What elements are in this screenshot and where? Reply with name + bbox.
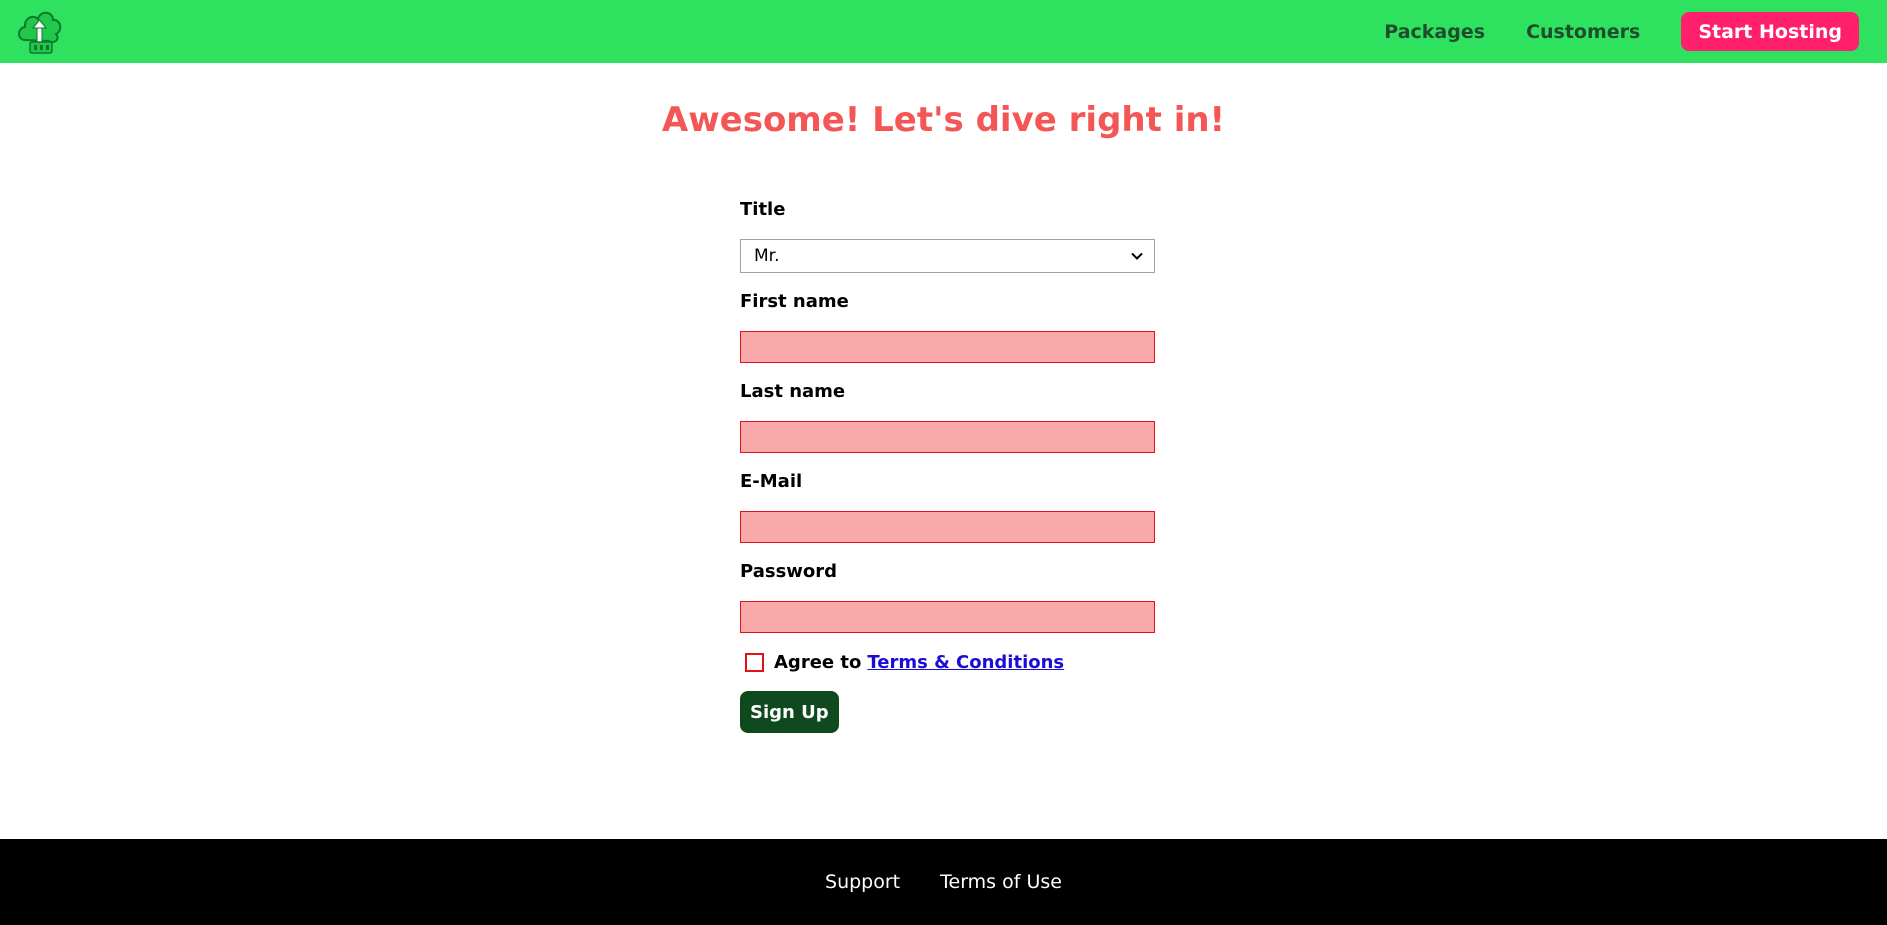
password-label: Password: [740, 561, 838, 582]
cloud-logo-icon[interactable]: [15, 6, 65, 56]
first-name-label: First name: [740, 291, 849, 312]
title-label: Title: [740, 199, 786, 220]
chevron-down-icon: [1131, 252, 1143, 260]
email-label: E-Mail: [740, 471, 803, 492]
title-select-value: Mr.: [754, 246, 780, 266]
password-input[interactable]: [740, 601, 1155, 633]
title-select[interactable]: Mr.: [740, 239, 1155, 273]
agree-text: Agree to: [774, 651, 862, 673]
footer-link-terms-of-use[interactable]: Terms of Use: [940, 871, 1062, 893]
terms-agreement: Agree to Terms & Conditions: [740, 647, 1155, 677]
nav-link-customers[interactable]: Customers: [1526, 21, 1640, 43]
first-name-input[interactable]: [740, 331, 1155, 363]
navbar: Packages Customers Start Hosting: [0, 0, 1887, 63]
start-hosting-button[interactable]: Start Hosting: [1681, 12, 1859, 51]
email-input[interactable]: [740, 511, 1155, 543]
footer: Support Terms of Use: [0, 839, 1887, 925]
terms-checkbox[interactable]: [745, 652, 764, 672]
last-name-input[interactable]: [740, 421, 1155, 453]
nav-link-packages[interactable]: Packages: [1384, 21, 1485, 43]
sign-up-button[interactable]: Sign Up: [740, 691, 839, 733]
nav-links: Packages Customers Start Hosting: [1384, 0, 1859, 63]
footer-link-support[interactable]: Support: [825, 871, 900, 893]
terms-conditions-link[interactable]: Terms & Conditions: [867, 652, 1064, 673]
signup-form: Title Mr. First name Last name E-Mail Pa…: [740, 195, 1155, 733]
page-title: Awesome! Let's dive right in!: [661, 100, 1226, 140]
last-name-label: Last name: [740, 381, 846, 402]
